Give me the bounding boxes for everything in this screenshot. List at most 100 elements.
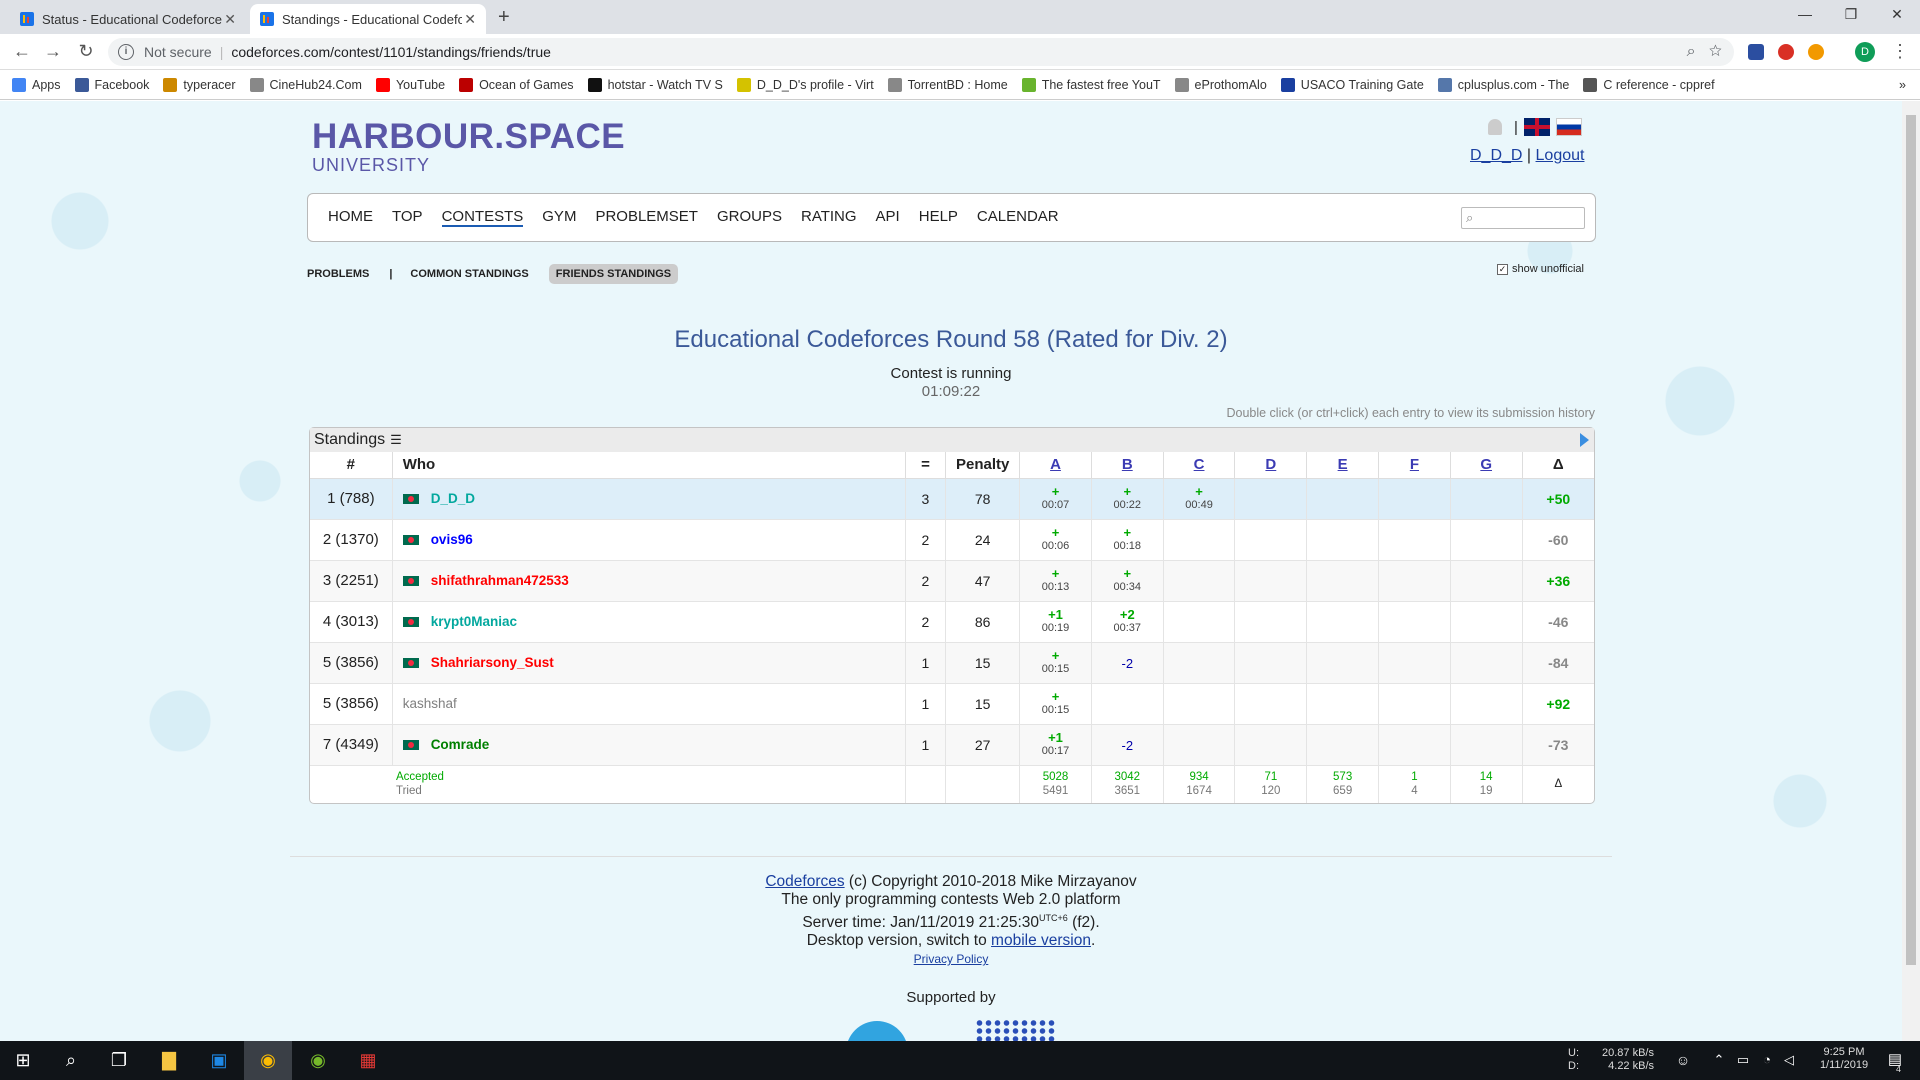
bookmark-item[interactable]: D_D_D's profile - Virt [736, 77, 874, 92]
clock[interactable]: 9:25 PM 1/11/2019 [1808, 1046, 1880, 1072]
problem-cell[interactable]: +2 00:37 [1090, 600, 1164, 642]
bookmark-item[interactable]: C reference - cppref [1583, 77, 1715, 92]
problem-cell[interactable]: +1 00:19 [1019, 600, 1092, 642]
summary-cell[interactable]: 934 1674 [1162, 764, 1235, 803]
omnibox[interactable]: i Not secure | codeforces.com/contest/11… [108, 38, 1734, 66]
menu-item-contests[interactable]: CONTESTS [441, 208, 524, 227]
table-row[interactable]: 3 (2251) shifathrahman472533 2 47 +00:13 +00:… [310, 559, 1594, 601]
bookmark-item[interactable]: cplusplus.com - The [1437, 77, 1569, 92]
volume-icon[interactable]: ◁ [1776, 1047, 1802, 1073]
utorrent-icon[interactable]: ◉ [305, 1047, 331, 1073]
problem-cell[interactable]: -2 [1090, 723, 1164, 765]
user-link[interactable]: D_D_D [431, 491, 475, 506]
problem-cell[interactable]: +00:07 [1019, 477, 1092, 519]
sponsor-logo-dots[interactable] [975, 1019, 1057, 1041]
problem-header-g[interactable]: G [1449, 452, 1523, 479]
codeforces-link[interactable]: Codeforces [765, 873, 844, 890]
extension-icon-1[interactable] [1748, 44, 1764, 60]
expand-arrow-icon[interactable] [1580, 433, 1589, 447]
back-button[interactable]: ← [10, 41, 34, 62]
list-icon[interactable]: ☰ [390, 432, 402, 448]
problem-cell[interactable]: +00:34 [1090, 559, 1164, 601]
summary-cell[interactable]: 14 19 [1449, 764, 1523, 803]
tab-standings[interactable]: Standings - Educational Codeforc ✕ [250, 4, 486, 34]
profile-avatar[interactable]: D [1855, 42, 1875, 62]
problem-cell[interactable]: +00:06 [1019, 518, 1092, 560]
page-scrollbar[interactable] [1902, 101, 1920, 1041]
menu-item-api[interactable]: API [876, 208, 900, 227]
notifications-icon[interactable]: ▤ [1882, 1047, 1908, 1073]
close-window-button[interactable]: ✕ [1874, 0, 1920, 30]
user-link[interactable]: Shahriarsony_Sust [431, 655, 554, 670]
store-icon[interactable]: ▣ [206, 1047, 232, 1073]
table-row[interactable]: 4 (3013) krypt0Maniac 2 86 +1 00:19 +2 00:37 -46 [310, 600, 1594, 642]
table-row[interactable]: 5 (3856) Shahriarsony_Sust 1 15 +00:15 -2 -84 [310, 641, 1594, 683]
menu-item-rating[interactable]: RATING [801, 208, 857, 227]
menu-item-problemset[interactable]: PROBLEMSET [595, 208, 698, 227]
bookmark-item[interactable]: Facebook [74, 77, 149, 92]
close-tab-icon[interactable]: ✕ [224, 11, 236, 28]
russian-flag-icon[interactable] [1555, 118, 1582, 136]
menu-item-gym[interactable]: GYM [542, 208, 576, 227]
bookmark-item[interactable]: Apps [12, 77, 61, 92]
summary-cell[interactable]: 14 [1378, 764, 1451, 803]
extension-icon-3[interactable] [1808, 44, 1824, 60]
task-view-icon[interactable]: ❐ [106, 1047, 132, 1073]
table-row[interactable]: 2 (1370) ovis96 2 24 +00:06 +00:18 -60 [310, 518, 1594, 560]
bookmark-item[interactable]: typeracer [163, 77, 236, 92]
user-link[interactable]: shifathrahman472533 [431, 573, 569, 588]
forward-button[interactable]: → [41, 41, 65, 62]
problem-header-f[interactable]: F [1378, 452, 1451, 479]
problem-cell[interactable]: +00:13 [1019, 559, 1092, 601]
problem-cell[interactable]: +00:15 [1019, 641, 1092, 683]
menu-item-help[interactable]: HELP [919, 208, 958, 227]
show-unofficial-toggle[interactable]: ✓ show unofficial [1497, 263, 1584, 275]
menu-item-groups[interactable]: GROUPS [717, 208, 782, 227]
menu-item-calendar[interactable]: CALENDAR [977, 208, 1059, 227]
sponsor-logo-telegram[interactable] [846, 1021, 908, 1041]
menu-item-home[interactable]: HOME [328, 208, 373, 227]
bookmark-item[interactable]: hotstar - Watch TV S [587, 77, 723, 92]
bookmark-item[interactable]: TorrentBD : Home [887, 77, 1008, 92]
scrollbar-thumb[interactable] [1906, 115, 1916, 965]
problem-header-e[interactable]: E [1306, 452, 1379, 479]
user-link[interactable]: kashshaf [403, 696, 457, 711]
problem-cell[interactable]: +00:18 [1090, 518, 1164, 560]
app-icon[interactable]: ▦ [355, 1047, 381, 1073]
summary-cell[interactable]: 5028 5491 [1019, 764, 1092, 803]
privacy-policy-link[interactable]: Privacy Policy [914, 952, 989, 966]
search-input[interactable]: ⌕ [1461, 207, 1585, 229]
problems-link[interactable]: PROBLEMS [307, 268, 369, 280]
menu-item-top[interactable]: TOP [392, 208, 423, 227]
harbour-space-logo[interactable]: HARBOUR.SPACE UNIVERSITY [312, 117, 625, 176]
common-standings-link[interactable]: COMMON STANDINGS [410, 268, 528, 280]
problem-cell[interactable]: +1 00:17 [1019, 723, 1092, 765]
bookmark-item[interactable]: The fastest free YouT [1021, 77, 1161, 92]
english-flag-icon[interactable] [1523, 118, 1550, 136]
bookmark-item[interactable]: CineHub24.Com [249, 77, 362, 92]
new-tab-button[interactable]: + [498, 6, 510, 29]
bookmark-item[interactable]: Ocean of Games [459, 77, 574, 92]
problem-header-d[interactable]: D [1234, 452, 1307, 479]
show-unofficial-checkbox[interactable]: ✓ [1497, 263, 1508, 275]
people-icon[interactable]: ☺ [1670, 1047, 1696, 1073]
reload-button[interactable]: ↻ [74, 41, 98, 62]
user-link[interactable]: Comrade [431, 737, 490, 752]
user-link[interactable]: ovis96 [431, 532, 473, 547]
problem-header-c[interactable]: C [1162, 452, 1235, 479]
summary-cell[interactable]: 3042 3651 [1090, 764, 1164, 803]
chrome-icon[interactable]: ◉ [255, 1047, 281, 1073]
url-text[interactable]: codeforces.com/contest/1101/standings/fr… [231, 44, 551, 60]
search-icon[interactable]: ⌕ [58, 1047, 84, 1073]
problem-cell[interactable]: -2 [1090, 641, 1164, 683]
close-tab-icon[interactable]: ✕ [464, 11, 476, 28]
problem-cell[interactable]: +00:22 [1090, 477, 1164, 519]
logout-link[interactable]: Logout [1536, 147, 1585, 164]
bookmark-item[interactable]: YouTube [375, 77, 445, 92]
extension-icon-2[interactable] [1778, 44, 1794, 60]
problem-cell[interactable]: +00:15 [1019, 682, 1092, 724]
bookmark-item[interactable]: USACO Training Gate [1280, 77, 1424, 92]
battery-icon[interactable]: ▭ [1730, 1047, 1756, 1073]
problem-header-a[interactable]: A [1019, 452, 1092, 479]
notification-bell-icon[interactable] [1488, 119, 1502, 135]
